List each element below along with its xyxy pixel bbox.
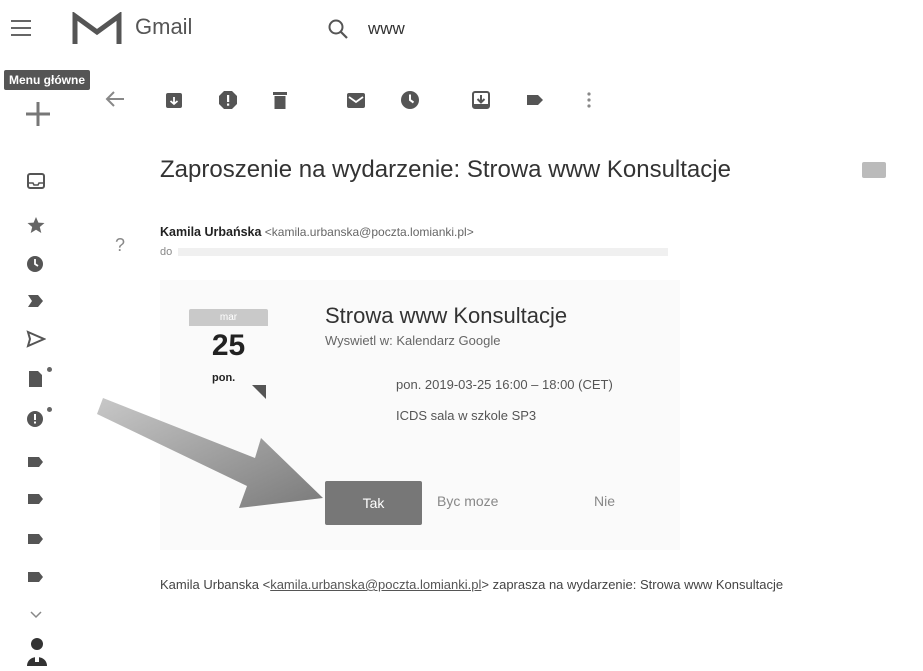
compose-plus-icon[interactable]: [24, 100, 52, 128]
sender-line: Kamila Urbańska <kamila.urbanska@poczta.…: [160, 225, 474, 239]
invitation-footer: Kamila Urbanska <kamila.urbanska@poczta.…: [160, 577, 783, 592]
menu-tooltip: Menu główne: [4, 70, 90, 90]
back-arrow-icon[interactable]: [104, 88, 126, 110]
main-menu-icon[interactable]: [10, 18, 32, 38]
rsvp-no-button[interactable]: Nie: [594, 493, 615, 509]
help-icon: ?: [115, 235, 126, 255]
spam-icon[interactable]: [26, 407, 52, 428]
archive-icon[interactable]: [164, 90, 184, 110]
snoozed-icon[interactable]: [26, 255, 46, 273]
calendar-month: mar: [189, 309, 268, 326]
app-name: Gmail: [135, 14, 193, 39]
user-avatar-icon[interactable]: [26, 636, 48, 666]
move-to-icon[interactable]: [471, 90, 491, 110]
gmail-logo[interactable]: [72, 12, 122, 46]
sender-name: Kamila Urbańska: [160, 225, 262, 239]
event-title: Strowa www Konsultacje: [325, 303, 568, 328]
calendar-day: 25: [211, 329, 246, 362]
search-input[interactable]: [368, 16, 668, 42]
expand-more-icon[interactable]: [30, 610, 42, 620]
drafts-icon[interactable]: [26, 367, 52, 388]
footer-sender: Kamila Urbanska <: [160, 577, 271, 592]
sender-email: <kamila.urbanska@poczta.lomianki.pl>: [264, 225, 474, 239]
label-4-icon[interactable]: [26, 568, 46, 586]
sent-icon[interactable]: [26, 330, 46, 348]
mark-unread-icon[interactable]: [346, 90, 366, 110]
label-2-icon[interactable]: [26, 490, 46, 508]
starred-icon[interactable]: [26, 216, 46, 234]
snooze-clock-icon[interactable]: [400, 90, 420, 110]
delete-icon[interactable]: [270, 90, 290, 110]
annotation-arrow: [95, 380, 355, 530]
label-3-icon[interactable]: [26, 530, 46, 548]
print-icon[interactable]: [862, 162, 886, 178]
event-time: pon. 2019-03-25 16:00 – 18:00 (CET): [396, 377, 613, 392]
inbox-icon[interactable]: [26, 172, 46, 190]
label-1-icon[interactable]: [26, 453, 46, 471]
footer-text: > zaprasza na wydarzenie: Strowa www Kon…: [481, 577, 784, 592]
search-icon[interactable]: [326, 17, 350, 41]
label-icon[interactable]: [525, 90, 545, 110]
recipients-redacted: [178, 248, 669, 257]
event-location: ICDS sala w szkole SP3: [396, 408, 537, 423]
rsvp-maybe-button[interactable]: Byc moze: [437, 493, 498, 509]
important-icon[interactable]: [26, 292, 46, 310]
report-spam-icon[interactable]: [218, 90, 238, 110]
footer-email-link[interactable]: kamila.urbanska@poczta.lomianki.pl: [270, 577, 481, 592]
email-subject: Zaproszenie na wydarzenie: Strowa www Ko…: [160, 156, 731, 183]
more-options-icon[interactable]: [579, 90, 599, 110]
view-in-calendar-link[interactable]: Wyswietl w: Kalendarz Google: [325, 333, 500, 348]
to-label: do: [160, 246, 173, 258]
recipients-line[interactable]: do: [160, 246, 669, 258]
